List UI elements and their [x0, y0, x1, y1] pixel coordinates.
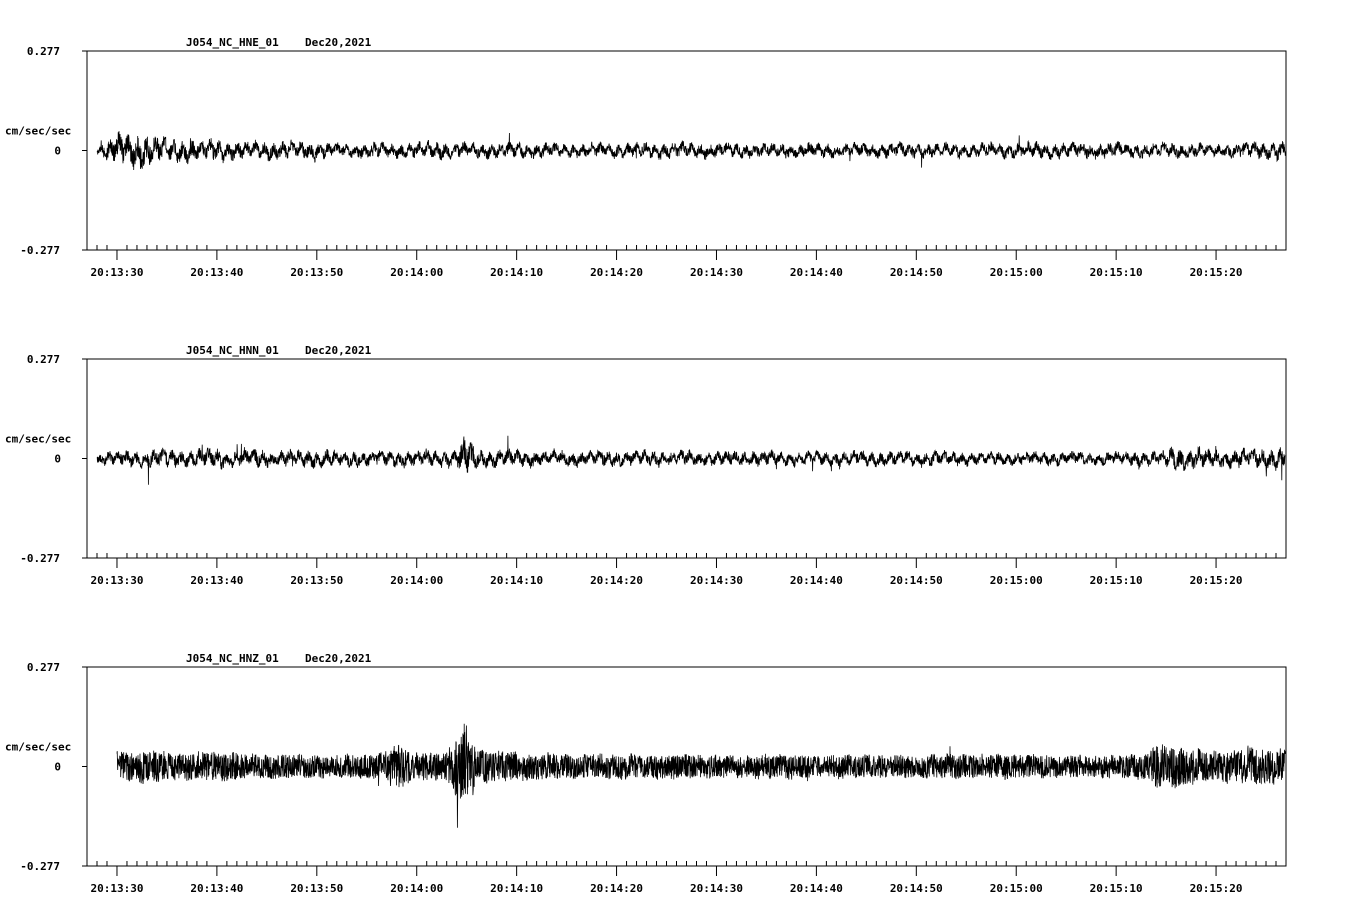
x-tick-label: 20:15:20 — [1190, 574, 1243, 587]
x-tick-label: 20:15:00 — [990, 266, 1043, 279]
y-tick-label: -0.277 — [20, 552, 60, 565]
x-tick-label: 20:13:40 — [190, 574, 243, 587]
x-tick-label: 20:13:30 — [90, 266, 143, 279]
y-axis-label: cm/sec/sec — [5, 433, 71, 446]
y-tick-label: 0 — [54, 453, 61, 466]
x-tick-label: 20:14:30 — [690, 266, 743, 279]
x-tick-label: 20:15:10 — [1090, 574, 1143, 587]
y-tick-label: 0.277 — [27, 661, 60, 674]
y-axis-label: cm/sec/sec — [5, 741, 71, 754]
seismogram-figure: J054_NC_HNE_01 Dec20,2021 0.277 0 -0.277 cm/s… — [5, 36, 1287, 895]
x-tick-label: 20:15:00 — [990, 574, 1043, 587]
y-tick-label: -0.277 — [20, 860, 60, 873]
x-tick-label: 20:15:10 — [1090, 882, 1143, 895]
x-tick-label: 20:13:30 — [90, 574, 143, 587]
y-tick-label: 0 — [54, 761, 61, 774]
chart-date: Dec20,2021 — [305, 344, 372, 357]
waveform-trace — [96, 435, 1286, 485]
x-tick-label: 20:14:10 — [490, 266, 543, 279]
x-tick-label: 20:15:20 — [1190, 266, 1243, 279]
x-tick-label: 20:15:10 — [1090, 266, 1143, 279]
x-tick-label: 20:14:40 — [790, 882, 843, 895]
x-tick-label: 20:13:50 — [290, 882, 343, 895]
x-tick-label: 20:14:00 — [390, 266, 443, 279]
x-tick-label: 20:14:10 — [490, 882, 543, 895]
y-tick-label: -0.277 — [20, 244, 60, 257]
x-tick-label: 20:14:40 — [790, 266, 843, 279]
waveform-trace — [96, 131, 1286, 171]
chart-panel-2: J054_NC_HNN_01 Dec20,2021 0.277 0 -0.277 cm/s… — [5, 344, 1287, 587]
x-tick-label: 20:13:30 — [90, 882, 143, 895]
x-tick-label: 20:14:40 — [790, 574, 843, 587]
x-tick-label: 20:14:50 — [890, 574, 943, 587]
x-tick-label: 20:13:50 — [290, 574, 343, 587]
chart-panel-1: J054_NC_HNE_01 Dec20,2021 0.277 0 -0.277 cm/s… — [5, 36, 1287, 279]
y-tick-label: 0.277 — [27, 45, 60, 58]
x-tick-label: 20:14:00 — [390, 574, 443, 587]
x-tick-label: 20:14:20 — [590, 266, 643, 279]
x-tick-label: 20:13:40 — [190, 266, 243, 279]
x-tick-label: 20:14:30 — [690, 882, 743, 895]
chart-title: J054_NC_HNZ_01 — [186, 652, 279, 665]
x-tick-label: 20:13:40 — [190, 882, 243, 895]
x-tick-label: 20:15:00 — [990, 882, 1043, 895]
y-axis-label: cm/sec/sec — [5, 125, 71, 138]
x-tick-label: 20:14:20 — [590, 574, 643, 587]
x-tick-label: 20:14:50 — [890, 266, 943, 279]
chart-title: J054_NC_HNE_01 — [186, 36, 279, 49]
y-tick-label: 0 — [54, 145, 61, 158]
x-tick-label: 20:15:20 — [1190, 882, 1243, 895]
waveform-trace — [116, 723, 1286, 828]
x-tick-label: 20:13:50 — [290, 266, 343, 279]
x-tick-label: 20:14:20 — [590, 882, 643, 895]
x-tick-label: 20:14:00 — [390, 882, 443, 895]
x-tick-label: 20:14:50 — [890, 882, 943, 895]
chart-panel-3: J054_NC_HNZ_01 Dec20,2021 0.277 0 -0.277 cm/s… — [5, 652, 1287, 895]
chart-date: Dec20,2021 — [305, 36, 372, 49]
chart-title: J054_NC_HNN_01 — [186, 344, 279, 357]
y-tick-label: 0.277 — [27, 353, 60, 366]
x-tick-label: 20:14:10 — [490, 574, 543, 587]
x-tick-label: 20:14:30 — [690, 574, 743, 587]
chart-date: Dec20,2021 — [305, 652, 372, 665]
